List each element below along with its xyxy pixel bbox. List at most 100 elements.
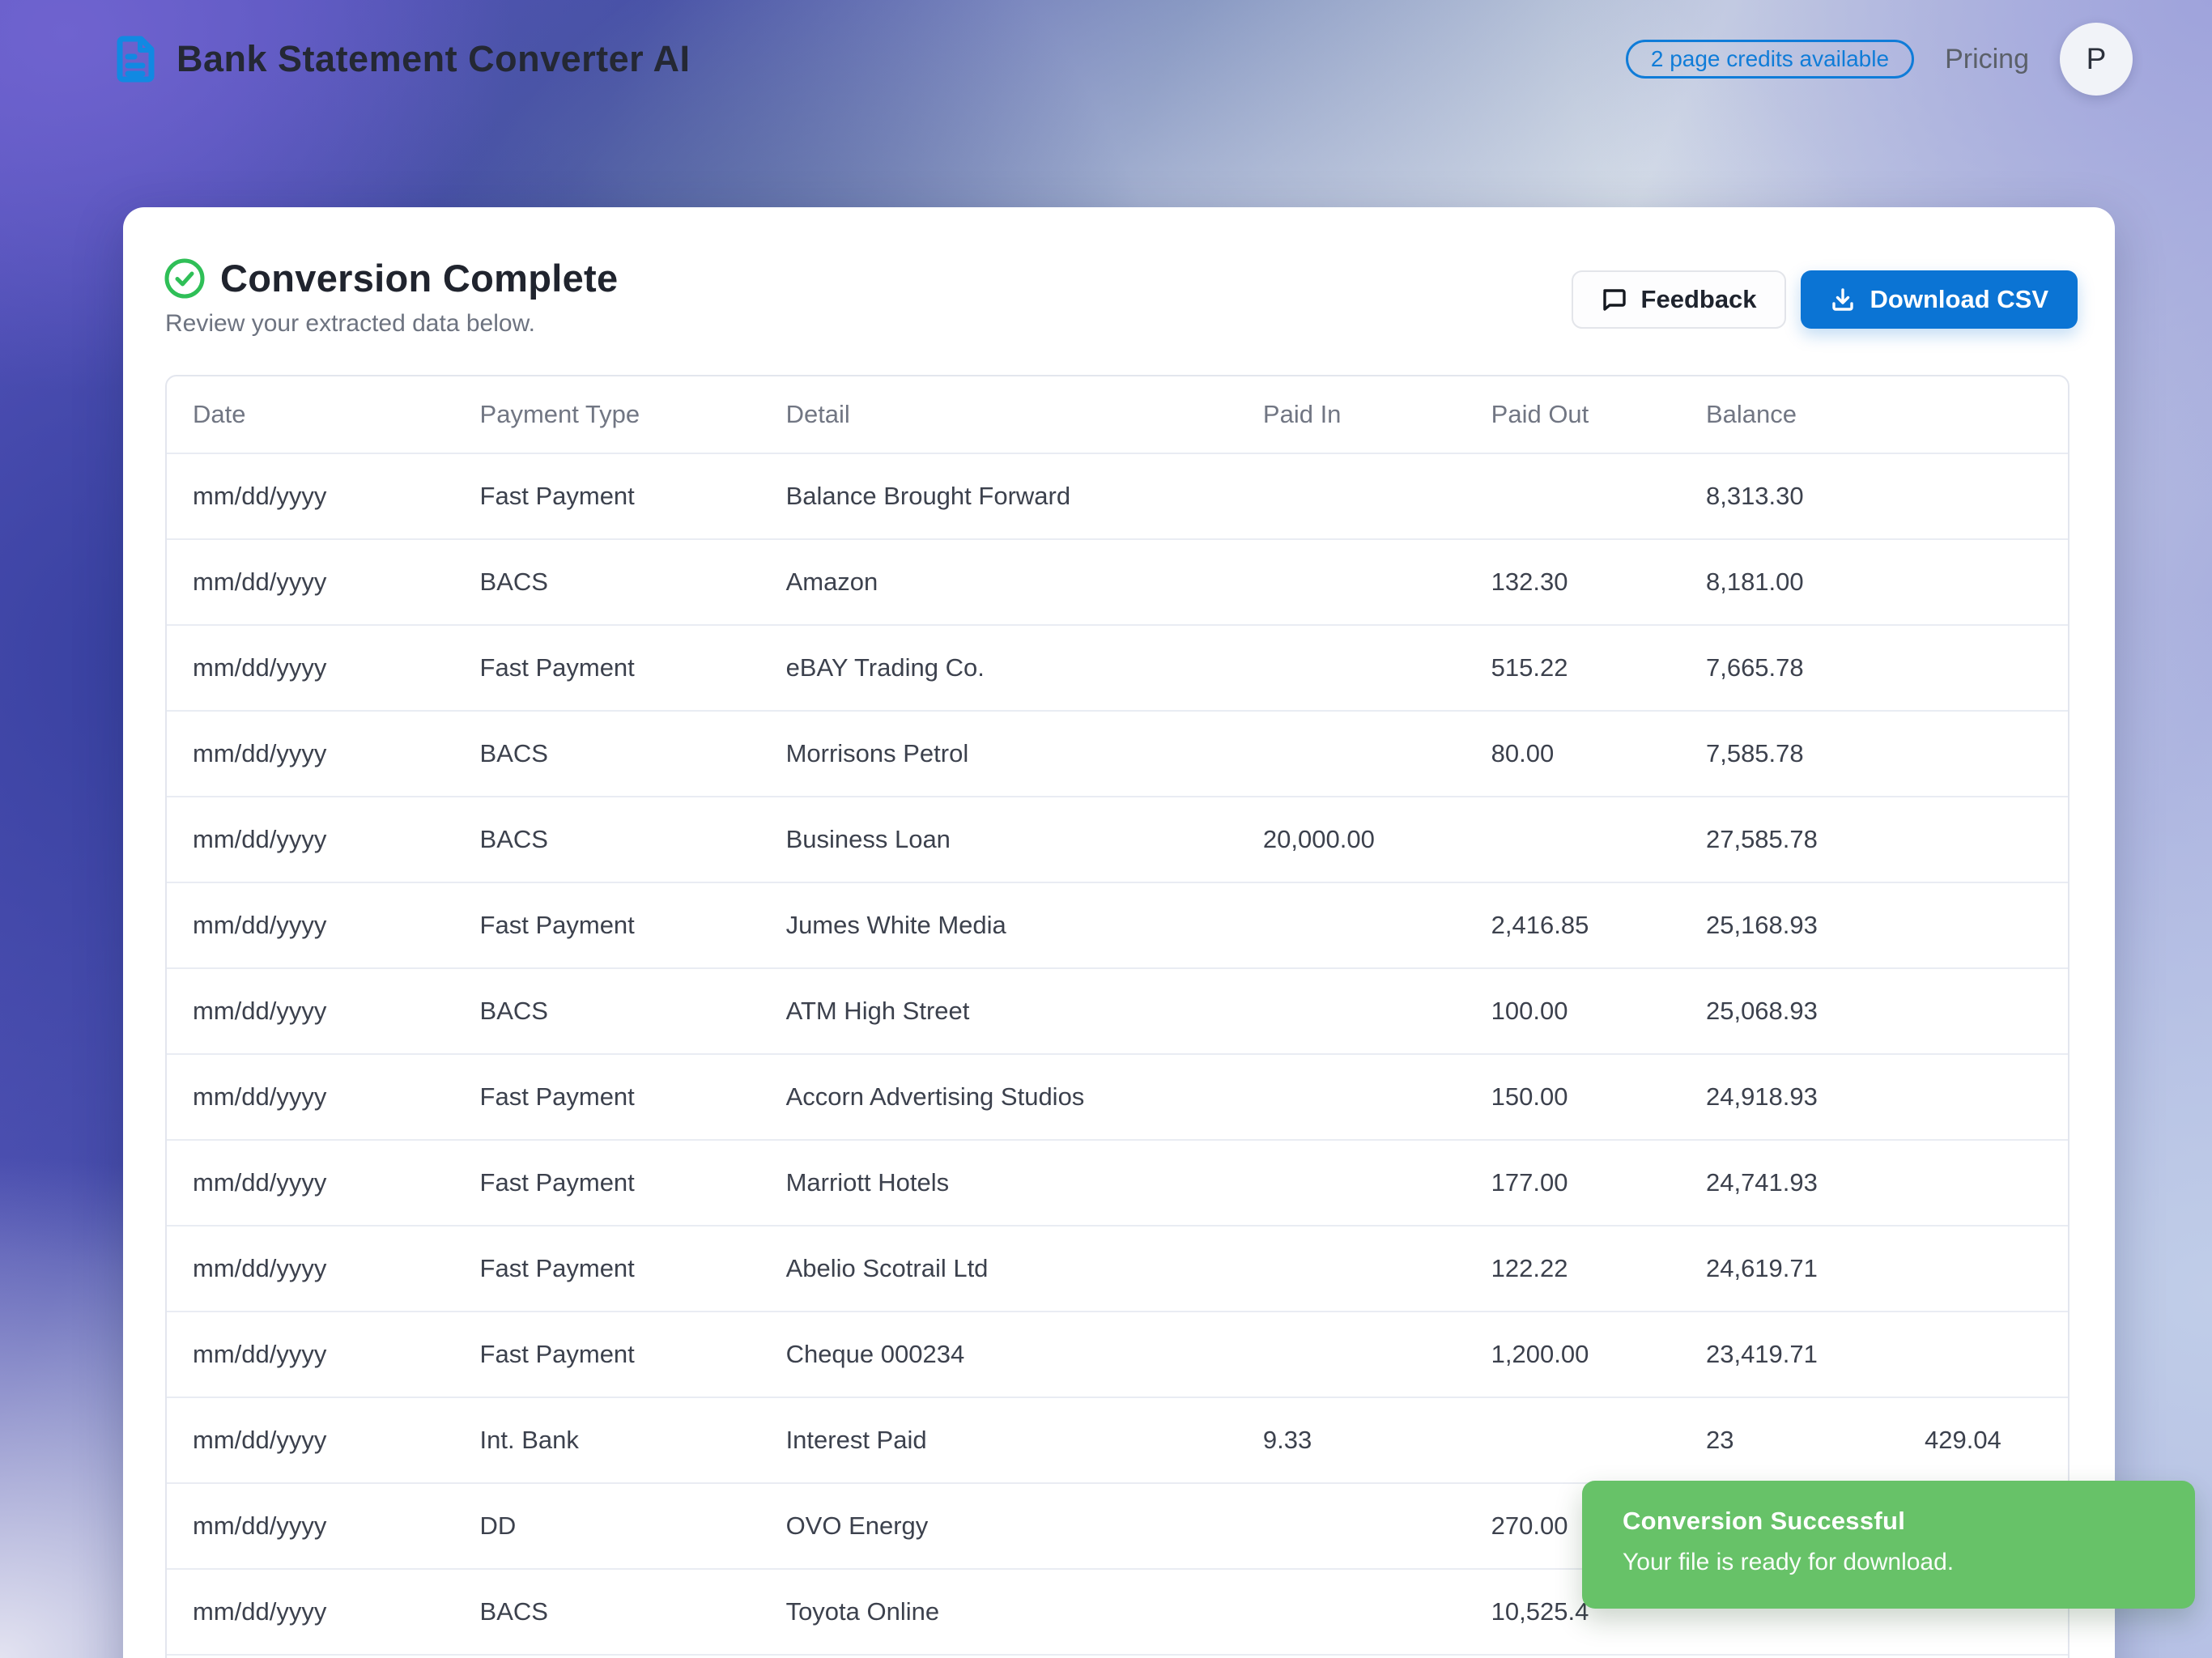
app-background: Bank Statement Converter AI 2 page credi… xyxy=(0,0,2212,1658)
table-cell xyxy=(1237,711,1465,797)
table-cell: mm/dd/yyyy xyxy=(167,797,454,882)
table-cell: 24,741.93 xyxy=(1680,1140,1899,1226)
extracted-data-table: DatePayment TypeDetailPaid InPaid OutBal… xyxy=(165,375,2069,1658)
download-csv-button[interactable]: Download CSV xyxy=(1801,270,2078,329)
table-header-row: DatePayment TypeDetailPaid InPaid OutBal… xyxy=(167,376,2068,453)
table-cell: Fast Payment xyxy=(454,1312,760,1397)
table-cell: mm/dd/yyyy xyxy=(167,968,454,1054)
table-cell: mm/dd/yyyy xyxy=(167,1226,454,1312)
table-cell xyxy=(1237,1655,1465,1658)
toast-notification[interactable]: Conversion Successful Your file is ready… xyxy=(1582,1481,2195,1609)
table-cell: Cheque 000234 xyxy=(760,1312,1237,1397)
table-cell: mm/dd/yyyy xyxy=(167,453,454,539)
table-cell: Jumes White Media xyxy=(760,882,1237,968)
column-header: Paid Out xyxy=(1465,376,1680,453)
table-row: mm/dd/yyyyFast PaymentAccorn Advertising… xyxy=(167,1054,2068,1140)
card-header-left: Conversion Complete Review your extracte… xyxy=(164,256,618,338)
table-cell: 150.00 xyxy=(1465,1054,1680,1140)
table-cell: mm/dd/yyyy xyxy=(167,1483,454,1569)
table-cell: 25,168.93 xyxy=(1680,882,1899,968)
table-cell: mm/dd/yyyy xyxy=(167,882,454,968)
table-cell: Fast Payment xyxy=(454,1054,760,1140)
column-header: Paid In xyxy=(1237,376,1465,453)
table-cell: Toyota Online xyxy=(760,1569,1237,1655)
table-cell xyxy=(1899,1226,2068,1312)
check-circle-icon xyxy=(164,257,206,300)
feedback-button-label: Feedback xyxy=(1641,285,1757,314)
table-cell: mm/dd/yyyy xyxy=(167,1312,454,1397)
table-cell xyxy=(1465,797,1680,882)
card-header: Conversion Complete Review your extracte… xyxy=(123,207,2115,338)
table-cell xyxy=(1465,1655,1680,1658)
table-cell: 27,585.78 xyxy=(1680,797,1899,882)
table-cell: mm/dd/yyyy xyxy=(167,711,454,797)
table-cell xyxy=(1237,1226,1465,1312)
table-cell xyxy=(1899,968,2068,1054)
toast-message: Your file is ready for download. xyxy=(1623,1549,2184,1576)
table-row: mm/dd/yyyyBACSMorrisons Petrol80.007,585… xyxy=(167,711,2068,797)
column-header xyxy=(1899,376,2068,453)
table-cell: 24,619.71 xyxy=(1680,1226,1899,1312)
table-cell xyxy=(1899,711,2068,797)
table-cell: Fast Payment xyxy=(454,625,760,711)
table-cell: Fast Payment xyxy=(454,453,760,539)
avatar[interactable]: P xyxy=(2060,23,2133,96)
table-cell: 25,068.93 xyxy=(1680,968,1899,1054)
table-cell: 7,585.78 xyxy=(1680,711,1899,797)
table-cell: 515.22 xyxy=(1465,625,1680,711)
table-cell: 8,181.00 xyxy=(1680,539,1899,625)
table-cell: eBAY Trading Co. xyxy=(760,625,1237,711)
table-row: mm/dd/yyyyFast PaymentMarriott Hotels177… xyxy=(167,1140,2068,1226)
table-cell xyxy=(1899,1655,2068,1658)
table-cell: mm/dd/yyyy xyxy=(167,1397,454,1483)
table-cell xyxy=(1237,539,1465,625)
app-title: Bank Statement Converter AI xyxy=(177,38,691,80)
table-cell xyxy=(1237,625,1465,711)
chat-bubble-icon xyxy=(1601,287,1627,312)
table-row: mm/dd/yyyyFast PaymenteBAY Trading Co.51… xyxy=(167,625,2068,711)
table-row: mm/dd/yyyyBACSBusiness Loan20,000.0027,5… xyxy=(167,797,2068,882)
top-actions: 2 page credits available Pricing P xyxy=(1626,23,2133,96)
table-cell xyxy=(1237,882,1465,968)
table-cell: 9.33 xyxy=(1237,1397,1465,1483)
table-row: mm/dd/yyyyBACSAmazon132.308,181.00 xyxy=(167,539,2068,625)
table-cell: Interest Paid xyxy=(760,1397,1237,1483)
credits-badge[interactable]: 2 page credits available xyxy=(1626,40,1914,79)
table-cell xyxy=(1899,453,2068,539)
toast-title: Conversion Successful xyxy=(1623,1507,2184,1536)
table-cell: mm/dd/yyyy xyxy=(167,1054,454,1140)
table-cell xyxy=(1899,539,2068,625)
table-cell: 24,918.93 xyxy=(1680,1054,1899,1140)
table-cell xyxy=(1899,625,2068,711)
table-cell: OVO Energy xyxy=(760,1483,1237,1569)
table-cell xyxy=(1899,1312,2068,1397)
table-cell: BACS xyxy=(454,797,760,882)
top-bar: Bank Statement Converter AI 2 page credi… xyxy=(0,0,2212,118)
table-cell: Accorn Advertising Studios xyxy=(760,1054,1237,1140)
table-cell xyxy=(1680,1655,1899,1658)
table-cell: DD xyxy=(454,1483,760,1569)
table-cell xyxy=(1237,1140,1465,1226)
table-cell: 122.22 xyxy=(1465,1226,1680,1312)
column-header: Payment Type xyxy=(454,376,760,453)
table-row: mm/dd/yyyyFast PaymentAbelio Scotrail Lt… xyxy=(167,1226,2068,1312)
table-cell xyxy=(1237,1569,1465,1655)
table-cell xyxy=(1237,968,1465,1054)
table-cell: Int. Bank xyxy=(454,1397,760,1483)
table-row: mm/dd/yyyyBACSATM High Street100.0025,06… xyxy=(167,968,2068,1054)
table-cell xyxy=(1899,1054,2068,1140)
table-row: mm/dd/yyyyFast PaymentCheque 0002341,200… xyxy=(167,1312,2068,1397)
table-cell: 429.04 xyxy=(1899,1397,2068,1483)
table-cell: Business Loan xyxy=(760,797,1237,882)
table-cell xyxy=(1237,1312,1465,1397)
table-row: mm/dd/yyyyFast PaymentJumes White Media2… xyxy=(167,882,2068,968)
table-cell: mm/dd/yyyy xyxy=(167,1569,454,1655)
column-header: Balance xyxy=(1680,376,1899,453)
column-header: Detail xyxy=(760,376,1237,453)
table-cell: BACS xyxy=(454,1569,760,1655)
pricing-link[interactable]: Pricing xyxy=(1945,44,2029,75)
card-header-actions: Feedback Download CSV xyxy=(1572,270,2078,329)
feedback-button[interactable]: Feedback xyxy=(1572,270,1786,329)
page-subtitle: Review your extracted data below. xyxy=(165,310,618,338)
table-cell: mm/dd/yyyy xyxy=(167,539,454,625)
